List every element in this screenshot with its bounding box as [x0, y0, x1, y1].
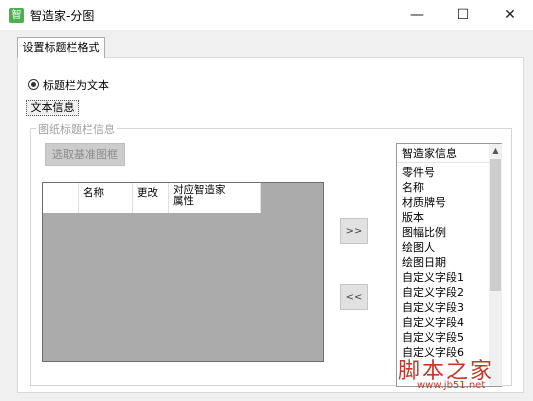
- text-info-button[interactable]: 文本信息: [26, 100, 79, 116]
- add-attribute-button[interactable]: >>: [340, 218, 368, 244]
- grid-header: 名称 更改 对应智造家 属性: [43, 183, 261, 213]
- title-as-text-radio[interactable]: [28, 79, 39, 90]
- list-item[interactable]: 绘图日期: [402, 255, 446, 270]
- close-button[interactable]: ✕: [487, 0, 533, 30]
- select-frame-button[interactable]: 选取基准图框: [45, 143, 125, 166]
- grid-col-change[interactable]: 更改: [133, 183, 169, 213]
- grid-col-name[interactable]: 名称: [79, 183, 133, 213]
- attribute-list-header: 智造家信息: [397, 144, 489, 163]
- minimize-button[interactable]: —: [394, 0, 440, 30]
- list-item[interactable]: 材质牌号: [402, 195, 446, 210]
- list-item[interactable]: 自定义字段3: [402, 300, 464, 315]
- list-item[interactable]: 零件号: [402, 165, 435, 180]
- scroll-up-arrow-icon[interactable]: ▲: [489, 144, 502, 158]
- grid-col-attribute[interactable]: 对应智造家 属性: [169, 183, 261, 213]
- list-item[interactable]: 自定义字段1: [402, 270, 464, 285]
- title-as-text-label[interactable]: 标题栏为文本: [43, 77, 109, 93]
- list-item[interactable]: 自定义字段5: [402, 330, 464, 345]
- list-item[interactable]: 名称: [402, 180, 424, 195]
- grid-col-select[interactable]: [43, 183, 79, 213]
- list-item[interactable]: 版本: [402, 210, 424, 225]
- watermark-url: www.jb51.net: [417, 380, 486, 391]
- list-item[interactable]: 自定义字段2: [402, 285, 464, 300]
- scrollbar-thumb[interactable]: [490, 159, 501, 291]
- tab-title-format[interactable]: 设置标题栏格式: [17, 37, 105, 58]
- maximize-button[interactable]: ☐: [440, 0, 486, 30]
- list-item[interactable]: 图幅比例: [402, 225, 446, 240]
- groupbox-label: 图纸标题栏信息: [36, 121, 117, 137]
- list-item[interactable]: 自定义字段4: [402, 315, 464, 330]
- remove-attribute-button[interactable]: <<: [340, 284, 368, 310]
- app-icon: 智: [9, 8, 24, 23]
- list-item[interactable]: 绘图人: [402, 240, 435, 255]
- window-title: 智造家-分图: [30, 9, 95, 23]
